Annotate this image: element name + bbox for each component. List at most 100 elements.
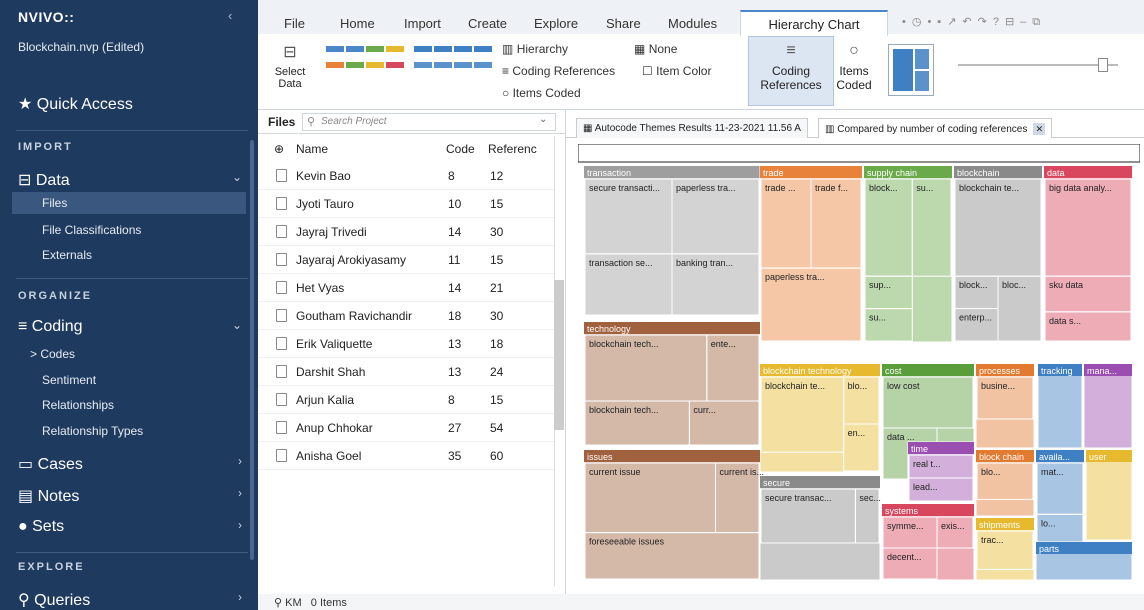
- doc-tab-autocode[interactable]: ▦ Autocode Themes Results 11-23-2021 11.…: [576, 118, 808, 138]
- table-row[interactable]: Het Vyas 14 21: [258, 274, 554, 302]
- tab-share[interactable]: Share: [606, 16, 641, 31]
- treemap-node-label: issues: [587, 452, 613, 462]
- close-icon[interactable]: ✕: [1033, 123, 1046, 135]
- color-scheme-blue[interactable]: [414, 46, 494, 76]
- table-row[interactable]: Jyoti Tauro 10 15: [258, 190, 554, 218]
- nav-item-file-classifications[interactable]: File Classifications: [42, 223, 141, 237]
- items-coded-option[interactable]: ○ Items Coded: [502, 86, 581, 100]
- file-icon: [276, 309, 287, 322]
- table-row[interactable]: Erik Valiquette 13 18: [258, 330, 554, 358]
- nav-item-sentiment[interactable]: Sentiment: [42, 373, 96, 387]
- column-references[interactable]: Referenc: [488, 142, 537, 156]
- treemap-node-12[interactable]: [759, 475, 881, 581]
- tab-hierarchy-chart[interactable]: Hierarchy Chart: [740, 10, 888, 36]
- treemap-child-label: data s...: [1049, 316, 1081, 326]
- chevron-down-icon[interactable]: ⌄: [539, 114, 547, 125]
- select-data-button[interactable]: ⊟ Select Data: [270, 42, 310, 90]
- tab-file[interactable]: File: [284, 16, 305, 31]
- treemap-node-label: secure: [763, 478, 790, 488]
- nav-group-label: Coding: [31, 318, 83, 335]
- menu-tabs: File Home Import Create Explore Share Mo…: [258, 0, 1144, 36]
- sidebar-scrollbar[interactable]: [250, 140, 254, 560]
- table-row[interactable]: Arjun Kalia 8 15: [258, 386, 554, 414]
- chevron-down-icon: ⌄: [231, 318, 242, 332]
- doc-tab-compared[interactable]: ▥ Compared by number of coding reference…: [818, 118, 1053, 138]
- file-ref-count: 54: [490, 421, 504, 435]
- table-row[interactable]: Kevin Bao 8 12: [258, 162, 554, 190]
- treemap-node-label: tracking: [1041, 366, 1073, 376]
- file-ref-count: 15: [490, 393, 504, 407]
- table-row[interactable]: Anup Chhokar 27 54: [258, 414, 554, 442]
- treemap-node-label: parts: [1039, 544, 1060, 554]
- treemap-node-17[interactable]: [1085, 449, 1133, 541]
- color-scheme-option[interactable]: [326, 46, 406, 76]
- tab-modules[interactable]: Modules: [668, 16, 717, 31]
- add-column-icon[interactable]: ⊕: [274, 142, 284, 156]
- nav-group-cases[interactable]: ▭ Cases ›: [18, 454, 246, 474]
- treemap-node-label: supply chain: [867, 168, 917, 178]
- nav-item-relationship-types[interactable]: Relationship Types: [42, 424, 143, 438]
- nav-group-notes[interactable]: ▤ Notes ›: [18, 486, 246, 506]
- treemap-node-label: time: [911, 444, 928, 454]
- hierarchy-option[interactable]: ▥ Hierarchy: [502, 42, 568, 56]
- search-input[interactable]: ⚲ Search Project ⌄: [302, 113, 556, 131]
- file-ref-count: 21: [490, 281, 504, 295]
- nav-item-codes[interactable]: > Codes: [30, 347, 75, 361]
- treemap-node-label: trade: [763, 168, 784, 178]
- treemap-child-label: current issue: [589, 467, 641, 477]
- treemap-node-label: transaction: [587, 168, 631, 178]
- project-name: Blockchain.nvp (Edited): [18, 40, 145, 54]
- treemap-child-label: banking tran...: [676, 258, 733, 268]
- nav-group-coding[interactable]: ≡ Coding ⌄: [18, 318, 246, 336]
- hierarchy-label: Hierarchy: [516, 42, 569, 56]
- file-name: Jayraj Trivedi: [296, 225, 367, 239]
- treemap-child-label: blockchain tech...: [589, 339, 659, 349]
- table-row[interactable]: Goutham Ravichandir 18 30: [258, 302, 554, 330]
- items-coded-button[interactable]: ○ Items Coded: [832, 42, 876, 92]
- file-code-count: 18: [448, 309, 462, 323]
- nav-group-queries[interactable]: ⚲ Queries ›: [18, 590, 246, 610]
- quick-access[interactable]: ★ Quick Access: [18, 94, 133, 114]
- column-code[interactable]: Code: [446, 142, 475, 156]
- nav-group-sets[interactable]: ● Sets ›: [18, 518, 246, 536]
- file-name: Anisha Goel: [296, 449, 362, 463]
- zoom-slider-handle[interactable]: [1098, 58, 1108, 72]
- file-code-count: 35: [448, 449, 462, 463]
- nav-group-data[interactable]: ⊟ Data ⌄: [18, 170, 246, 190]
- column-header: ⊕ Name Code Referenc: [258, 136, 554, 162]
- table-row[interactable]: Anisha Goel 35 60: [258, 442, 554, 470]
- layout-preview[interactable]: [888, 44, 934, 96]
- checkbox-icon: ☐: [642, 64, 653, 78]
- tab-home[interactable]: Home: [340, 16, 375, 31]
- status-items: 0 Items: [310, 597, 347, 609]
- nav-item-externals[interactable]: Externals: [42, 248, 92, 262]
- quick-access-toolbar[interactable]: •◷•▪↗↶↷?⊟–⧉: [902, 15, 1046, 29]
- nav-item-files[interactable]: Files: [12, 192, 246, 214]
- chevron-right-icon: ›: [238, 486, 242, 500]
- coding-references-option[interactable]: ≡ Coding References: [502, 64, 615, 78]
- none-option[interactable]: ▦ None: [634, 42, 677, 56]
- chart-pane: ▦ Autocode Themes Results 11-23-2021 11.…: [566, 110, 1144, 594]
- hierarchy-icon: ▥: [502, 42, 514, 56]
- item-color-checkbox[interactable]: ☐ Item Color: [642, 64, 711, 78]
- files-scrollbar-thumb[interactable]: [554, 280, 564, 430]
- table-row[interactable]: Jayraj Trivedi 14 30: [258, 218, 554, 246]
- tab-create[interactable]: Create: [468, 16, 507, 31]
- column-name[interactable]: Name: [296, 142, 328, 156]
- treemap-node-10[interactable]: [1083, 363, 1133, 449]
- nav-item-relationships[interactable]: Relationships: [42, 398, 114, 412]
- tab-explore[interactable]: Explore: [534, 16, 578, 31]
- files-title: Files: [268, 115, 296, 129]
- file-icon: [276, 365, 287, 378]
- user-icon: ⚲: [274, 597, 283, 609]
- tab-import[interactable]: Import: [404, 16, 441, 31]
- treemap-node-9[interactable]: [1037, 363, 1083, 449]
- file-code-count: 11: [448, 253, 461, 267]
- treemap-child-label: real t...: [913, 459, 941, 469]
- coding-icon: ≡: [18, 318, 28, 335]
- collapse-sidebar-icon[interactable]: ‹: [228, 8, 232, 23]
- zoom-slider-track[interactable]: [958, 64, 1118, 66]
- table-row[interactable]: Darshit Shah 13 24: [258, 358, 554, 386]
- table-row[interactable]: Jayaraj Arokiyasamy 11 15: [258, 246, 554, 274]
- chart-top-bar[interactable]: [578, 144, 1140, 163]
